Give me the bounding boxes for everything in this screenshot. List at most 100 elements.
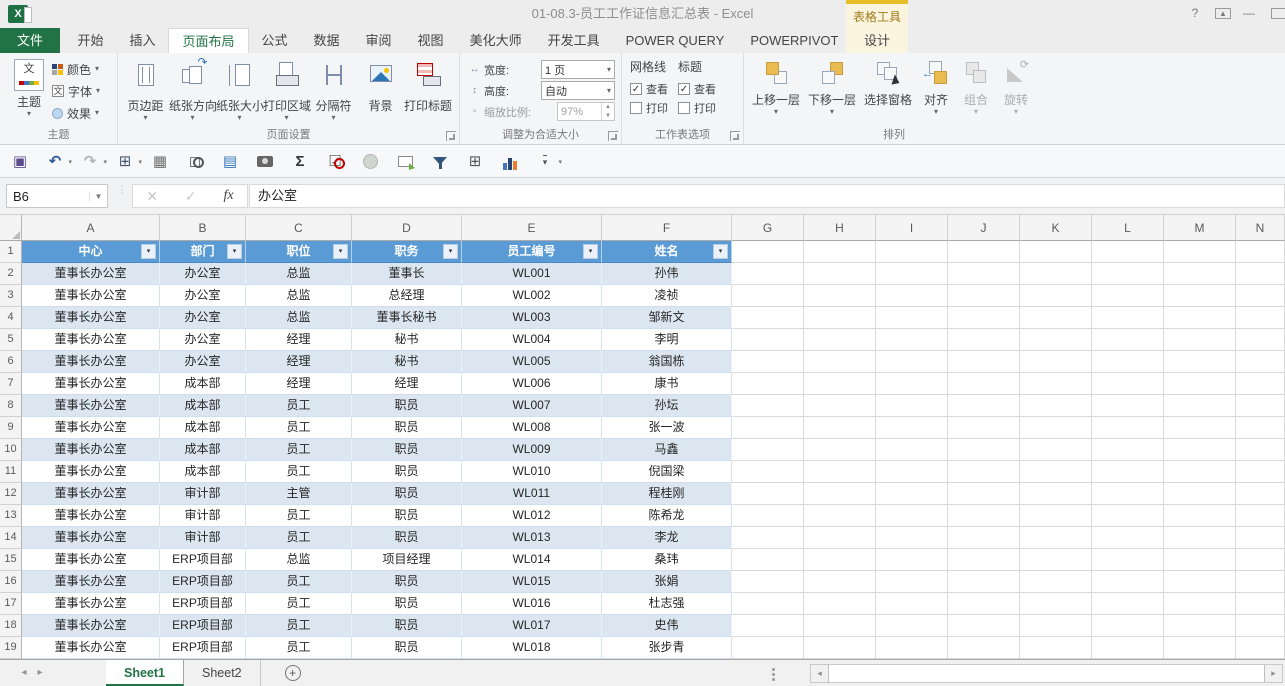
back-button[interactable]: 下移一层 ▾ bbox=[804, 58, 860, 128]
width-combo[interactable]: 1 页 ▾ bbox=[541, 60, 615, 79]
cell-I6[interactable] bbox=[876, 351, 948, 373]
cell-E1[interactable]: 员工编号 ▾ bbox=[462, 241, 602, 263]
row-header-8[interactable]: 8 bbox=[0, 395, 22, 417]
cell-M3[interactable] bbox=[1164, 285, 1236, 307]
tab-视图[interactable]: 视图 bbox=[405, 28, 457, 53]
cell-I1[interactable] bbox=[876, 241, 948, 263]
cell-I10[interactable] bbox=[876, 439, 948, 461]
cell-D6[interactable]: 秘书 bbox=[352, 351, 462, 373]
cell-M10[interactable] bbox=[1164, 439, 1236, 461]
cell-H9[interactable] bbox=[804, 417, 876, 439]
cell-C14[interactable]: 员工 bbox=[246, 527, 352, 549]
cell-L12[interactable] bbox=[1092, 483, 1164, 505]
cell-N17[interactable] bbox=[1236, 593, 1285, 615]
cell-I17[interactable] bbox=[876, 593, 948, 615]
cell-M18[interactable] bbox=[1164, 615, 1236, 637]
cell-E19[interactable]: WL018 bbox=[462, 637, 602, 659]
cell-L9[interactable] bbox=[1092, 417, 1164, 439]
cell-M17[interactable] bbox=[1164, 593, 1236, 615]
row-header-12[interactable]: 12 bbox=[0, 483, 22, 505]
new-comment-icon[interactable] bbox=[395, 152, 415, 170]
cell-I3[interactable] bbox=[876, 285, 948, 307]
cell-H18[interactable] bbox=[804, 615, 876, 637]
rotate-button[interactable]: 旋转▾ bbox=[996, 58, 1036, 128]
cell-B17[interactable]: ERP项目部 bbox=[160, 593, 246, 615]
cell-C5[interactable]: 经理 bbox=[246, 329, 352, 351]
cell-F14[interactable]: 李龙 bbox=[602, 527, 732, 549]
cell-K13[interactable] bbox=[1020, 505, 1092, 527]
cell-K18[interactable] bbox=[1020, 615, 1092, 637]
cell-J11[interactable] bbox=[948, 461, 1020, 483]
cell-D18[interactable]: 职员 bbox=[352, 615, 462, 637]
select-all-corner[interactable] bbox=[0, 215, 22, 241]
page-setup-dialog-launcher-icon[interactable] bbox=[446, 131, 456, 141]
cell-N12[interactable] bbox=[1236, 483, 1285, 505]
filter-dropdown-icon[interactable]: ▾ bbox=[141, 244, 156, 259]
sheet-tab-Sheet2[interactable]: Sheet2 bbox=[184, 660, 261, 686]
undo-icon[interactable] bbox=[45, 152, 72, 170]
cell-D2[interactable]: 董事长 bbox=[352, 263, 462, 285]
cell-G3[interactable] bbox=[732, 285, 804, 307]
cell-H11[interactable] bbox=[804, 461, 876, 483]
themes-button[interactable]: 主题 ▾ bbox=[6, 57, 52, 128]
name-box[interactable]: B6 ▼ bbox=[6, 184, 108, 208]
more-commands-icon[interactable] bbox=[535, 152, 562, 170]
cell-K5[interactable] bbox=[1020, 329, 1092, 351]
cell-K1[interactable] bbox=[1020, 241, 1092, 263]
column-header-M[interactable]: M bbox=[1164, 215, 1236, 241]
cell-N7[interactable] bbox=[1236, 373, 1285, 395]
cell-G4[interactable] bbox=[732, 307, 804, 329]
cell-I15[interactable] bbox=[876, 549, 948, 571]
cell-A2[interactable]: 董事长办公室 bbox=[22, 263, 160, 285]
cell-E4[interactable]: WL003 bbox=[462, 307, 602, 329]
column-header-K[interactable]: K bbox=[1020, 215, 1092, 241]
row-header-14[interactable]: 14 bbox=[0, 527, 22, 549]
cell-E16[interactable]: WL015 bbox=[462, 571, 602, 593]
cell-B9[interactable]: 成本部 bbox=[160, 417, 246, 439]
cell-M9[interactable] bbox=[1164, 417, 1236, 439]
cell-N9[interactable] bbox=[1236, 417, 1285, 439]
row-header-18[interactable]: 18 bbox=[0, 615, 22, 637]
cell-D1[interactable]: 职务 ▾ bbox=[352, 241, 462, 263]
cell-K15[interactable] bbox=[1020, 549, 1092, 571]
cell-A10[interactable]: 董事长办公室 bbox=[22, 439, 160, 461]
cell-C1[interactable]: 职位 ▾ bbox=[246, 241, 352, 263]
cell-J4[interactable] bbox=[948, 307, 1020, 329]
cell-K10[interactable] bbox=[1020, 439, 1092, 461]
cell-M12[interactable] bbox=[1164, 483, 1236, 505]
cell-L8[interactable] bbox=[1092, 395, 1164, 417]
cell-A12[interactable]: 董事长办公室 bbox=[22, 483, 160, 505]
column-header-G[interactable]: G bbox=[732, 215, 804, 241]
cell-L16[interactable] bbox=[1092, 571, 1164, 593]
cell-L3[interactable] bbox=[1092, 285, 1164, 307]
tab-插入[interactable]: 插入 bbox=[116, 28, 168, 53]
cell-I11[interactable] bbox=[876, 461, 948, 483]
cell-F15[interactable]: 桑玮 bbox=[602, 549, 732, 571]
cell-K16[interactable] bbox=[1020, 571, 1092, 593]
fwd-button[interactable]: 上移一层 ▾ bbox=[748, 58, 804, 128]
cell-C13[interactable]: 员工 bbox=[246, 505, 352, 527]
cell-E5[interactable]: WL004 bbox=[462, 329, 602, 351]
tab-公式[interactable]: 公式 bbox=[249, 28, 301, 53]
theme-effects-button[interactable]: 效果 ▾ bbox=[52, 105, 100, 121]
cell-E17[interactable]: WL016 bbox=[462, 593, 602, 615]
cell-C12[interactable]: 主管 bbox=[246, 483, 352, 505]
cell-K4[interactable] bbox=[1020, 307, 1092, 329]
cell-M16[interactable] bbox=[1164, 571, 1236, 593]
column-header-E[interactable]: E bbox=[462, 215, 602, 241]
headings-print-checkbox[interactable]: 打印 bbox=[678, 98, 716, 117]
cell-F13[interactable]: 陈希龙 bbox=[602, 505, 732, 527]
cell-L4[interactable] bbox=[1092, 307, 1164, 329]
filter-dropdown-icon[interactable]: ▾ bbox=[227, 244, 242, 259]
cell-F2[interactable]: 孙伟 bbox=[602, 263, 732, 285]
cell-D12[interactable]: 职员 bbox=[352, 483, 462, 505]
cell-C15[interactable]: 总监 bbox=[246, 549, 352, 571]
row-header-19[interactable]: 19 bbox=[0, 637, 22, 659]
cell-N6[interactable] bbox=[1236, 351, 1285, 373]
cell-A11[interactable]: 董事长办公室 bbox=[22, 461, 160, 483]
cell-B5[interactable]: 办公室 bbox=[160, 329, 246, 351]
row-header-9[interactable]: 9 bbox=[0, 417, 22, 439]
row-header-2[interactable]: 2 bbox=[0, 263, 22, 285]
sheet-tab-Sheet1[interactable]: Sheet1 bbox=[106, 660, 184, 686]
cell-L2[interactable] bbox=[1092, 263, 1164, 285]
